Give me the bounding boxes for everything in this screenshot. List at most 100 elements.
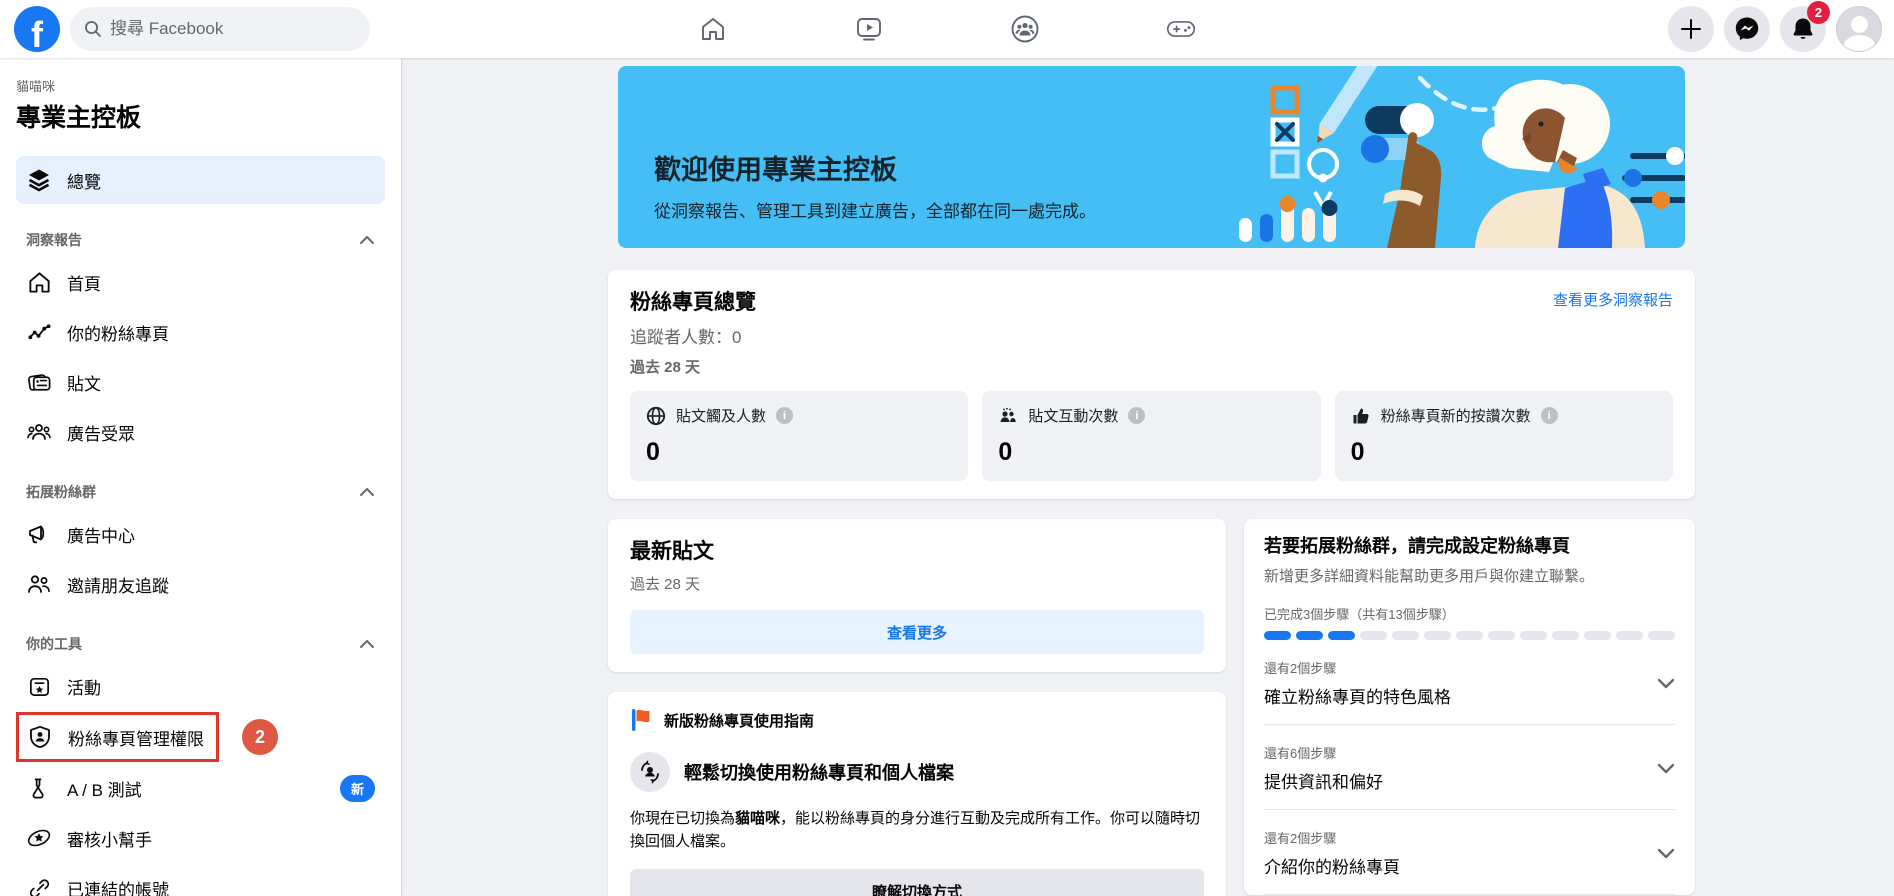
home-tab-icon[interactable] [698,14,728,44]
sidebar-page-name: 貓喵咪 [16,79,56,94]
sidebar-item-overview[interactable]: 總覽 [16,156,385,204]
guide-subheader: 輕鬆切換使用粉絲專頁和個人檔案 [684,763,954,783]
create-button[interactable] [1668,6,1714,52]
sidebar-item-ab-test[interactable]: A / B 測試 新 [16,764,385,812]
sidebar-item-audience[interactable]: 廣告受眾 [16,408,385,456]
profile-avatar[interactable] [1836,6,1882,52]
progress-segment [1584,631,1611,641]
sidebar-item-label: 邀請朋友追蹤 [67,576,169,596]
overview-title: 粉絲專頁總覽 [630,291,756,314]
notifications-button[interactable]: 2 [1780,1,1830,52]
posts-icon [26,369,52,395]
stat-value: 0 [1350,438,1365,466]
sidebar-item-page-access-wrap: 粉絲專頁管理權限 2 [16,712,385,762]
page-setup-card: 若要拓展粉絲群，請完成設定粉絲專頁 新增更多詳細資料能幫助更多用戶與你建立聯繫。… [1244,519,1695,896]
search-icon [84,20,102,38]
sidebar-section-insights[interactable]: 洞察報告 [26,230,375,250]
progress-segment [1616,631,1643,641]
sidebar-item-label: 廣告受眾 [67,424,135,444]
search-input[interactable] [110,19,340,39]
stat-card-likes: 粉絲專頁新的按讚次數 i 0 [1334,391,1673,481]
see-more-insights-link[interactable]: 查看更多洞察報告 [1553,289,1673,310]
sidebar-item-invite-friends[interactable]: 邀請朋友追蹤 [16,560,385,608]
info-icon[interactable]: i [776,407,794,424]
followers-count: 追蹤者人數：0 [630,328,742,347]
sidebar-section-tools[interactable]: 你的工具 [26,634,375,654]
setup-body: 新增更多詳細資料能幫助更多用戶與你建立聯繫。 [1264,568,1595,586]
section-label: 你的工具 [26,636,82,652]
home-icon [26,269,52,295]
chevron-up-icon[interactable] [359,487,375,497]
topbar: f 2 [0,0,1894,58]
banner-subtitle: 從洞察報告、管理工具到建立廣告，全部都在同一處完成。 [654,202,1096,221]
info-icon[interactable]: i [1128,407,1146,424]
chevron-down-icon[interactable] [1657,678,1675,689]
latest-posts-card: 最新貼文 過去 28 天 查看更多 [608,519,1226,672]
info-icon[interactable]: i [1540,407,1558,424]
chevron-up-icon[interactable] [359,235,375,245]
progress-segment [1520,631,1547,641]
sidebar-item-label: A / B 測試 [67,780,142,800]
stat-value: 0 [998,438,1013,466]
step-remaining: 還有2個步驟 [1264,661,1337,677]
facebook-logo[interactable]: f [14,6,60,52]
setup-step-info[interactable]: 還有6個步驟 提供資訊和偏好 [1264,725,1675,811]
sidebar-item-label: 首頁 [67,274,101,294]
banner-title: 歡迎使用專業主控板 [654,155,897,185]
stat-card-engagement: 貼文互動次數 i 0 [982,391,1321,481]
learn-switch-button[interactable]: 瞭解切換方式 [630,869,1204,896]
main-content: 歡迎使用專業主控板 從洞察報告、管理工具到建立廣告，全部都在同一處完成。 粉絲專… [402,58,1894,896]
progress-segment [1328,631,1355,641]
section-label: 拓展粉絲群 [26,484,96,500]
sidebar-item-events[interactable]: 活動 [16,662,385,710]
stat-card-reach: 貼文觸及人數 i 0 [630,391,969,481]
sidebar-item-label: 貼文 [67,374,101,394]
chevron-up-icon[interactable] [359,639,375,649]
progress-segment [1488,631,1515,641]
watch-tab-icon[interactable] [854,14,884,44]
setup-step-style[interactable]: 還有2個步驟 確立粉絲專頁的特色風格 [1264,640,1675,726]
flask-icon [26,775,52,801]
stat-label: 粉絲專頁新的按讚次數 [1380,408,1531,425]
people-icon [998,406,1018,426]
sidebar-section-grow[interactable]: 拓展粉絲群 [26,482,375,502]
sidebar-item-label: 廣告中心 [67,526,135,546]
sidebar-item-moderation-assist[interactable]: 審核小幫手 [16,814,385,862]
latest-posts-period: 過去 28 天 [630,576,701,593]
setup-step-intro[interactable]: 還有2個步驟 介紹你的粉絲專頁 [1264,810,1675,896]
stat-value: 0 [646,438,660,466]
step-title: 介紹你的粉絲專頁 [1264,858,1400,878]
progress-bar [1264,631,1675,641]
step-remaining: 還有6個步驟 [1264,746,1337,762]
step-remaining: 還有2個步驟 [1264,831,1337,847]
messenger-button[interactable] [1724,6,1770,52]
annotation-step-badge: 2 [242,719,278,755]
see-more-button[interactable]: 查看更多 [630,610,1204,654]
sidebar-item-home[interactable]: 首頁 [16,258,385,306]
sidebar-item-label: 你的粉絲專頁 [67,324,169,344]
sidebar-item-linked-accounts[interactable]: 已連結的帳號 [16,864,385,896]
latest-posts-title: 最新貼文 [630,540,714,563]
section-label: 洞察報告 [26,232,82,248]
gaming-tab-icon[interactable] [1166,14,1196,44]
sidebar-item-ads-center[interactable]: 廣告中心 [16,510,385,558]
chevron-down-icon[interactable] [1657,763,1675,774]
step-title: 提供資訊和偏好 [1264,773,1383,793]
progress-segment [1392,631,1419,641]
sidebar-item-posts[interactable]: 貼文 [16,358,385,406]
sidebar-item-page-access[interactable]: 粉絲專頁管理權限 [16,712,219,762]
search-bar[interactable] [70,7,370,51]
chevron-down-icon[interactable] [1657,848,1675,859]
groups-tab-icon[interactable] [1010,14,1040,44]
sidebar-item-label: 審核小幫手 [67,830,152,850]
globe-icon [646,406,666,426]
progress-segment [1552,631,1579,641]
progress-label: 已完成3個步驟（共有13個步驟） [1264,607,1455,623]
sidebar-item-label: 活動 [67,678,101,698]
thumbs-up-icon [1351,406,1371,426]
switch-profile-icon [630,752,670,792]
setup-title: 若要拓展粉絲群，請完成設定粉絲專頁 [1264,536,1570,556]
guide-header: 新版粉絲專頁使用指南 [664,712,815,730]
sidebar-item-your-page[interactable]: 你的粉絲專頁 [16,308,385,356]
moderation-assist-icon [26,825,52,851]
